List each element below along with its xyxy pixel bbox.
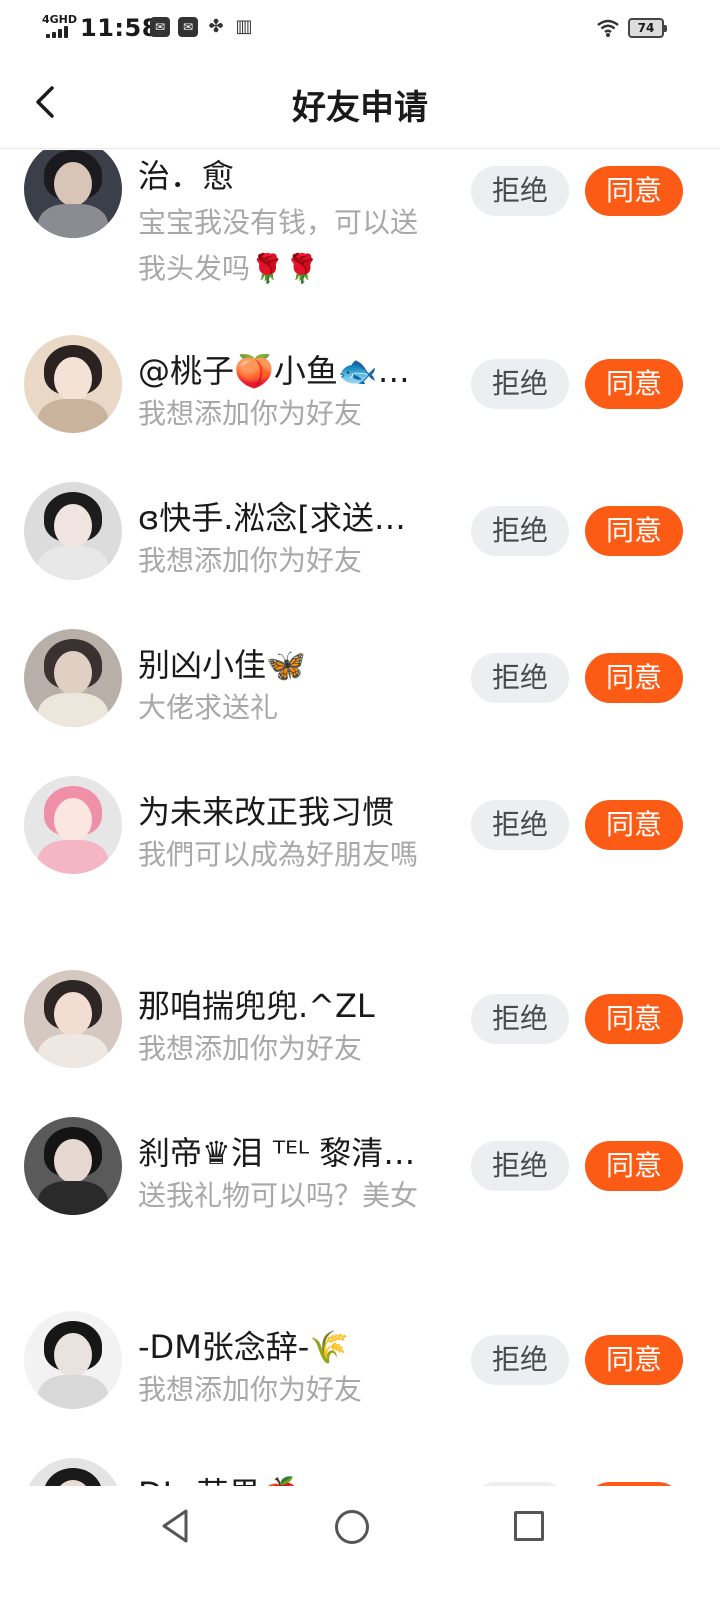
list-item: 刹帝♛泪 ᵀᴱᴸ 黎清… 送我礼物可以吗？美女 拒绝 同意: [0, 1117, 720, 1297]
book-icon: ▥: [235, 16, 253, 37]
system-nav-bar: [0, 1486, 720, 1600]
accept-button[interactable]: 同意: [585, 800, 683, 850]
list-item: 别凶小佳🦋 大佬求送礼 拒绝 同意: [0, 629, 720, 769]
request-message: 我想添加你为好友: [138, 1032, 363, 1065]
accept-button[interactable]: 同意: [585, 1335, 683, 1385]
request-message: 我們可以成為好朋友嗎: [138, 838, 419, 871]
accept-button[interactable]: 同意: [585, 359, 683, 409]
list-item: @桃子🍑小鱼🐟… 我想添加你为好友 拒绝 同意: [0, 335, 720, 475]
status-time: 11:58: [80, 14, 159, 42]
circle-home-icon[interactable]: [335, 1510, 369, 1544]
friend-request-list[interactable]: 治．愈 宝宝我没有钱，可以送我头发吗🌹🌹 拒绝 同意 @桃子🍑小鱼🐟… 我想添加…: [0, 150, 720, 1486]
accept-button[interactable]: 同意: [585, 653, 683, 703]
accept-button[interactable]: 同意: [585, 166, 683, 216]
square-recent-icon[interactable]: [514, 1511, 544, 1541]
app-icon: ✤: [208, 16, 224, 37]
triangle-back-icon[interactable]: [156, 1506, 196, 1546]
reject-button[interactable]: 拒绝: [471, 359, 569, 409]
accept-button[interactable]: 同意: [585, 506, 683, 556]
request-message: 我想添加你为好友: [138, 1373, 363, 1406]
message-icon: ✉: [150, 17, 170, 37]
list-item: DL_苹果🍎: [0, 1458, 720, 1486]
requester-name: 为未来改正我习惯: [138, 793, 395, 831]
accept-button[interactable]: 同意: [585, 1141, 683, 1191]
reject-button[interactable]: 拒绝: [471, 506, 569, 556]
reject-button[interactable]: 拒绝: [471, 994, 569, 1044]
avatar[interactable]: [24, 970, 122, 1068]
header: 好友申请: [0, 56, 720, 149]
avatar[interactable]: [24, 1117, 122, 1215]
requester-name: 治．愈: [138, 157, 235, 195]
list-item: ɞ快手.淞念[求送… 我想添加你为好友 拒绝 同意: [0, 482, 720, 622]
request-message: 送我礼物可以吗？美女: [138, 1179, 419, 1212]
request-message: 大佬求送礼: [138, 691, 279, 724]
network-type: 4GHD: [42, 13, 78, 26]
avatar[interactable]: [24, 1458, 122, 1486]
requester-name: ɞ快手.淞念[求送…: [138, 499, 406, 537]
reject-button[interactable]: 拒绝: [471, 166, 569, 216]
request-message: 我想添加你为好友: [138, 544, 363, 577]
avatar[interactable]: [24, 1311, 122, 1409]
message-icon: ✉: [178, 17, 198, 37]
avatar[interactable]: [24, 482, 122, 580]
reject-button[interactable]: 拒绝: [471, 800, 569, 850]
list-item: 为未来改正我习惯 我們可以成為好朋友嗎 拒绝 同意: [0, 776, 720, 956]
page-title: 好友申请: [292, 88, 428, 128]
requester-name: 别凶小佳🦋: [138, 646, 306, 684]
avatar[interactable]: [24, 629, 122, 727]
request-message: 宝宝我没有钱，可以送我头发吗🌹🌹: [138, 206, 419, 285]
list-item: 治．愈 宝宝我没有钱，可以送我头发吗🌹🌹 拒绝 同意: [0, 150, 720, 325]
request-message: 我想添加你为好友: [138, 397, 363, 430]
notification-icons: ✉ ✉ ✤ ▥: [150, 17, 254, 37]
avatar[interactable]: [24, 776, 122, 874]
accept-button[interactable]: 同意: [585, 994, 683, 1044]
requester-name: 刹帝♛泪 ᵀᴱᴸ 黎清…: [138, 1134, 416, 1172]
list-item: -DM张念辞-🌾 我想添加你为好友 拒绝 同意: [0, 1311, 720, 1451]
requester-name: DL_苹果🍎: [138, 1474, 450, 1486]
reject-button[interactable]: 拒绝: [471, 653, 569, 703]
reject-button[interactable]: 拒绝: [471, 1141, 569, 1191]
requester-name: @桃子🍑小鱼🐟…: [138, 352, 410, 390]
battery-icon: 74: [628, 18, 667, 38]
reject-button[interactable]: 拒绝: [471, 1335, 569, 1385]
avatar[interactable]: [24, 150, 122, 238]
requester-name: -DM张念辞-🌾: [138, 1328, 350, 1366]
wifi-icon: [597, 19, 619, 37]
list-item: 那咱揣兜兜.^ZL 我想添加你为好友 拒绝 同意: [0, 970, 720, 1110]
signal-icon: [46, 26, 72, 38]
requester-name: 那咱揣兜兜.^ZL: [138, 987, 375, 1025]
avatar[interactable]: [24, 335, 122, 433]
status-bar: 4GHD 11:58 ✉ ✉ ✤ ▥ 74: [0, 0, 720, 56]
